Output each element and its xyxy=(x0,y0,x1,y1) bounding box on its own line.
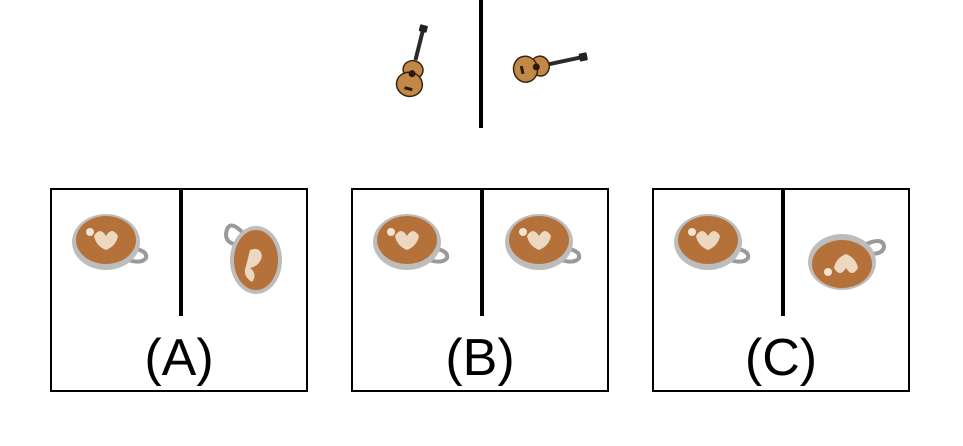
latte-cup-icon xyxy=(72,214,149,270)
option-a-divider xyxy=(179,190,183,316)
guitar-icon xyxy=(395,24,428,98)
latte-cup-icon xyxy=(373,214,450,270)
guitar-icon xyxy=(512,52,588,83)
option-c-label: (C) xyxy=(744,329,818,387)
option-b[interactable]: (B) xyxy=(351,188,609,392)
option-a-label: (A) xyxy=(144,329,214,387)
option-c[interactable]: (C) xyxy=(652,188,910,392)
option-b-divider xyxy=(480,190,484,316)
latte-cup-icon xyxy=(674,214,751,270)
option-b-label: (B) xyxy=(445,329,515,387)
option-a[interactable]: (A) xyxy=(50,188,308,392)
latte-cup-icon xyxy=(808,234,887,290)
latte-cup-icon xyxy=(223,223,282,294)
option-c-divider xyxy=(781,190,785,316)
latte-cup-icon xyxy=(505,214,582,270)
reference-divider xyxy=(479,0,483,128)
